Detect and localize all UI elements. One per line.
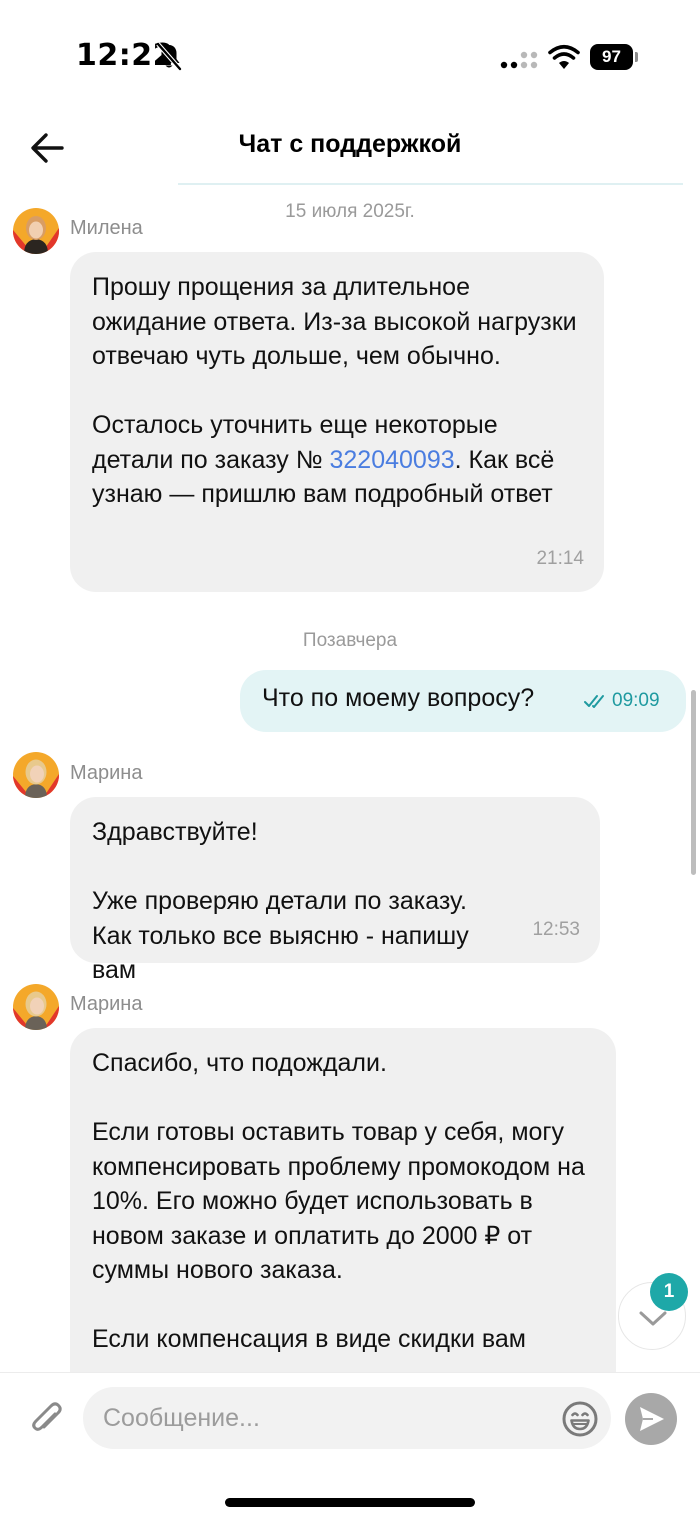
avatar[interactable]: [13, 208, 59, 254]
wifi-icon: [548, 44, 580, 69]
incoming-message: Здравствуйте! Уже проверяю детали по зак…: [70, 797, 600, 984]
battery-icon: 97: [590, 44, 638, 70]
scrollbar[interactable]: [691, 690, 696, 875]
message-text: Если компенсация в виде скидки вам: [92, 1325, 526, 1353]
date-separator: Позавчера: [302, 630, 398, 651]
unread-badge: 1: [650, 1273, 688, 1311]
order-number-link[interactable]: 322040093: [330, 446, 455, 474]
emoji-icon[interactable]: [561, 1400, 599, 1438]
home-indicator: [225, 1498, 475, 1507]
sender-name: Марина: [70, 762, 143, 784]
message-text: Здравствуйте!: [92, 818, 258, 846]
message-text: Уже проверяю детали по заказу. Как тольк…: [92, 887, 469, 984]
send-icon: [640, 1407, 664, 1431]
battery-level: 97: [590, 44, 633, 70]
chat-header: Чат с поддержкой: [0, 110, 700, 185]
sender-name: Милена: [70, 217, 143, 239]
avatar[interactable]: [13, 752, 59, 798]
outgoing-message: Что по моему вопросу? 09:09: [240, 670, 686, 732]
double-check-icon: [584, 695, 604, 708]
message-time: 21:14: [536, 547, 584, 569]
sender-name: Марина: [70, 993, 143, 1015]
incoming-message: Прошу прощения за длительное ожидание от…: [70, 252, 604, 592]
avatar[interactable]: [13, 984, 59, 1030]
header-divider: [178, 183, 683, 185]
message-text: Осталось уточнить еще некоторые детали п…: [92, 411, 555, 508]
paperclip-icon[interactable]: [28, 1399, 66, 1439]
signal-icon: [500, 51, 538, 69]
page-title: Чат с поддержкой: [238, 130, 462, 158]
bell-off-icon: [156, 42, 182, 71]
message-text: Спасибо, что подождали.: [92, 1049, 387, 1077]
message-input[interactable]: [83, 1387, 611, 1449]
message-text: Если готовы оставить товар у себя, могу …: [92, 1118, 585, 1284]
send-button[interactable]: [625, 1393, 677, 1445]
message-text: Прошу прощения за длительное ожидание от…: [92, 273, 577, 370]
status-bar: 12:22 97: [0, 0, 700, 110]
message-time: 09:09: [612, 690, 660, 711]
message-time: 12:53: [532, 918, 580, 940]
message-text: Что по моему вопросу?: [262, 684, 535, 712]
